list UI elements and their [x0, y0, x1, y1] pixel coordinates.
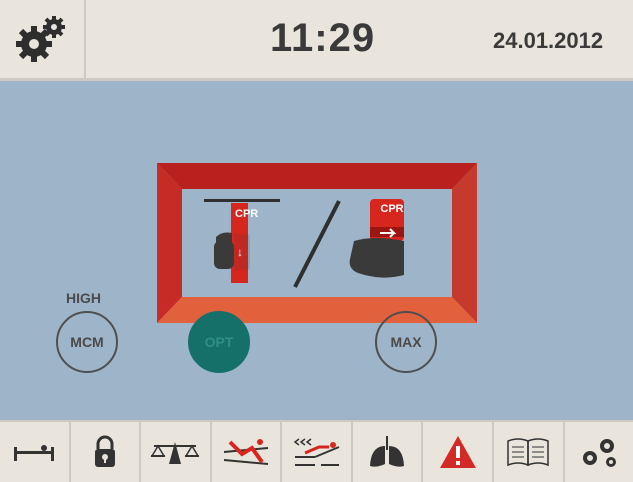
settings-button[interactable]: [0, 0, 86, 78]
date-display: 24.01.2012: [493, 28, 604, 53]
warning-icon: [439, 436, 476, 468]
bed-position-button[interactable]: [282, 422, 353, 482]
arrow-down-icon: ↓: [237, 245, 243, 259]
bed-position-icon: [293, 438, 339, 466]
scale-button[interactable]: [141, 422, 212, 482]
cpr-panel[interactable]: CPR ↓ CPR: [157, 163, 477, 323]
opt-button[interactable]: OPT: [188, 311, 250, 373]
mcm-button[interactable]: MCM: [56, 311, 118, 373]
patient-turn-button[interactable]: [212, 422, 283, 482]
bed-button[interactable]: [0, 422, 71, 482]
lock-button[interactable]: [71, 422, 142, 482]
lungs-icon: [370, 436, 405, 467]
scale-icon: [151, 442, 200, 464]
separator-slash: [293, 200, 341, 288]
manual-icon: [507, 438, 549, 467]
clock-time: 11:29: [270, 16, 376, 60]
manual-button[interactable]: [494, 422, 565, 482]
cpr-tag-right: CPR: [380, 203, 404, 215]
bottom-toolbar: [0, 420, 633, 482]
settings-icon: [582, 439, 616, 467]
cpr-tag-left: CPR: [235, 208, 259, 220]
settings-toolbar-button[interactable]: [565, 422, 633, 482]
patient-turn-icon: [223, 439, 269, 465]
lock-icon: [94, 435, 115, 467]
max-button[interactable]: MAX: [375, 311, 437, 373]
top-bar: 11:29 24.01.2012: [0, 0, 633, 81]
high-label: HIGH: [66, 290, 101, 306]
bed-icon: [14, 445, 55, 461]
lungs-button[interactable]: [353, 422, 424, 482]
gears-icon: [16, 16, 65, 62]
warning-button[interactable]: [423, 422, 494, 482]
